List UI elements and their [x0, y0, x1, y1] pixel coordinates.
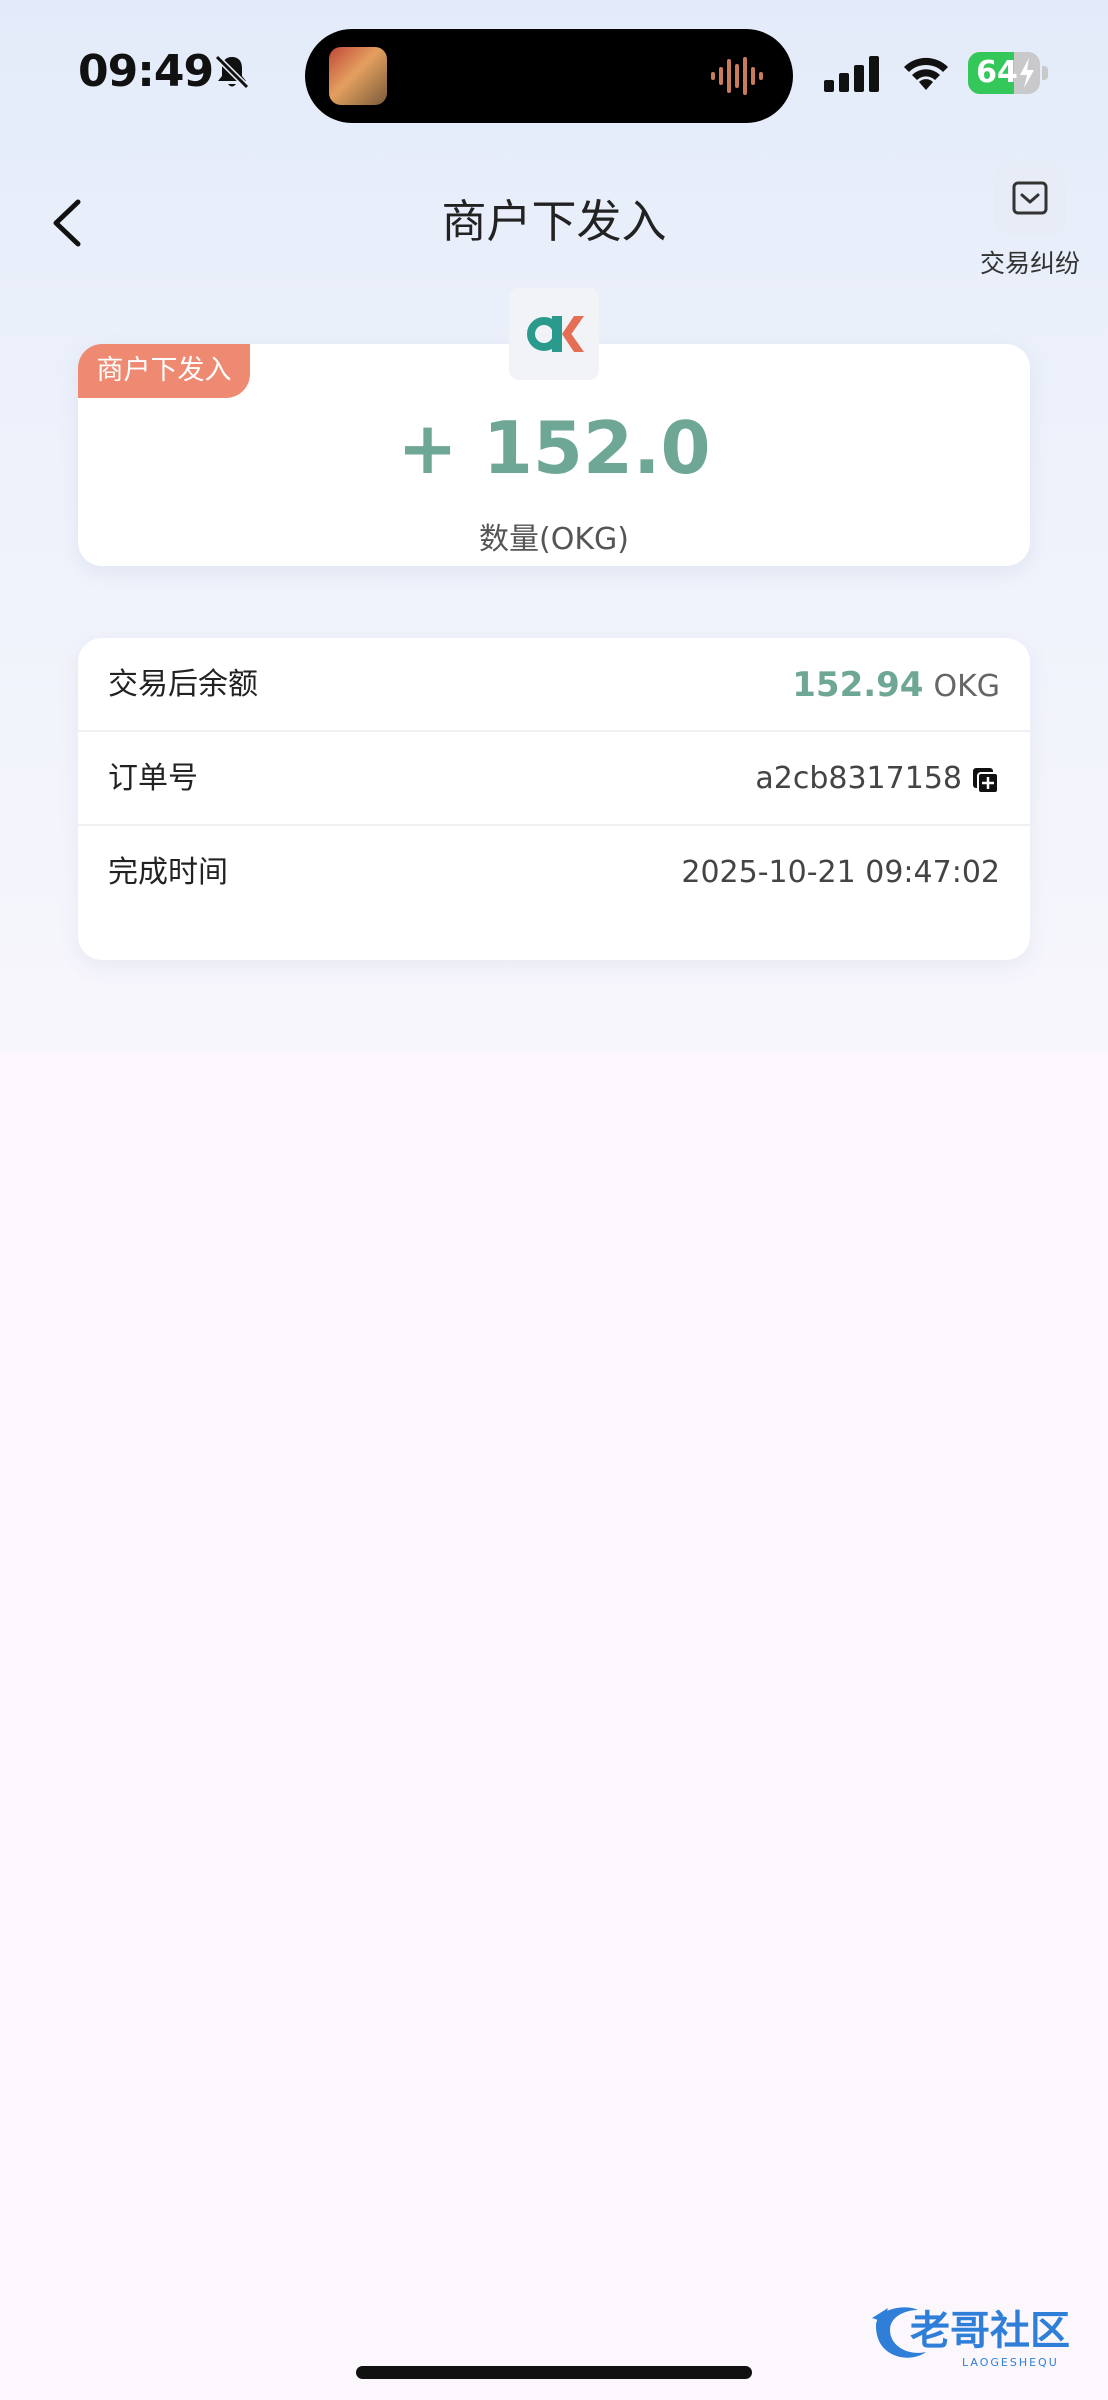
bell-slash-icon: [214, 54, 250, 90]
chevron-left-icon: [53, 199, 81, 247]
balance-label: 交易后余额: [108, 667, 258, 702]
balance-value-group: 152.94 OKG: [792, 638, 1000, 734]
balance-unit: OKG: [933, 669, 1000, 704]
wifi-icon: [904, 57, 948, 90]
detail-row-balance: 交易后余额 152.94 OKG: [78, 638, 1030, 732]
transaction-amount: + 152.0: [397, 406, 711, 490]
completion-time-label: 完成时间: [108, 855, 228, 890]
details-card: 交易后余额 152.94 OKG 订单号 a2cb8317158 完成时间 202…: [78, 638, 1030, 960]
battery-indicator: 64: [968, 52, 1048, 94]
transaction-type-tag: 商户下发入: [78, 344, 250, 398]
home-indicator[interactable]: [356, 2366, 752, 2379]
status-bar: 09:49 64: [0, 0, 1108, 150]
battery-cap: [1042, 66, 1048, 80]
detail-row-order: 订单号 a2cb8317158: [78, 732, 1030, 826]
completion-time-value: 2025-10-21 09:47:02: [681, 855, 1000, 890]
order-number-label: 订单号: [108, 761, 198, 796]
dispute-icon-box: [994, 162, 1066, 234]
balance-value: 152.94: [792, 665, 924, 705]
amount-unit-label: 数量(OKG): [479, 522, 629, 557]
detail-row-time: 完成时间 2025-10-21 09:47:02: [78, 826, 1030, 920]
ok-logo-icon: [527, 316, 584, 352]
copy-icon[interactable]: [970, 765, 1000, 795]
mail-down-icon: [1012, 181, 1048, 215]
back-button[interactable]: [40, 188, 96, 258]
order-number-value: a2cb8317158: [755, 761, 962, 796]
token-logo: [509, 288, 599, 380]
watermark-logo: 老哥社区 LAOGESHEQU: [872, 2307, 1070, 2369]
battery-body: 64: [968, 52, 1040, 94]
order-number-group: a2cb8317158: [755, 732, 1000, 826]
watermark-text: 老哥社区: [910, 2308, 1070, 2354]
screen: 09:49 64 商户下发入 交易纠纷 商户下发入 + 152.0 数量(OKG…: [0, 0, 1108, 2400]
dynamic-island[interactable]: [305, 29, 793, 123]
dispute-label: 交易纠纷: [979, 249, 1080, 278]
audio-wave-icon: [711, 57, 763, 95]
watermark-subtext: LAOGESHEQU: [962, 2356, 1059, 2369]
status-time: 09:49: [78, 46, 214, 97]
signal-icon: [824, 56, 879, 92]
battery-charging-icon: [1020, 58, 1034, 88]
now-playing-artwork: [329, 47, 387, 105]
